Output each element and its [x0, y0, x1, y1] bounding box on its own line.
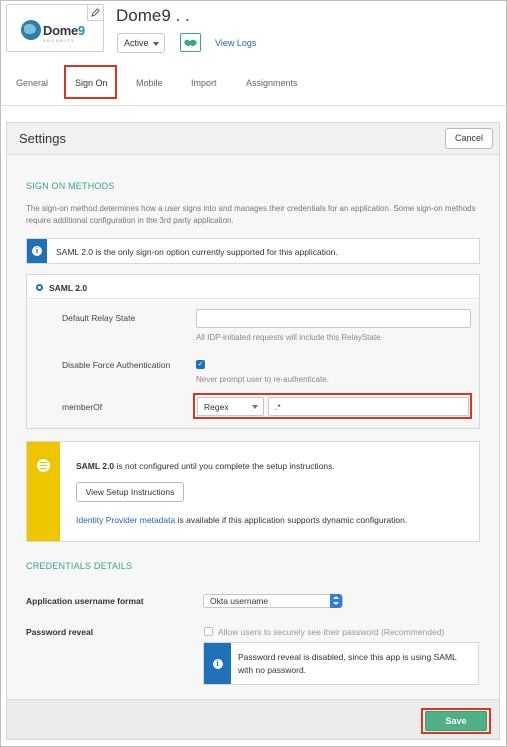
pencil-icon [91, 8, 100, 17]
password-reveal-option: Allow users to securely see their passwo… [218, 627, 445, 637]
default-relay-state-input[interactable] [196, 309, 471, 328]
credentials-heading: CREDENTIALS DETAILS [26, 561, 133, 571]
tab-mobile[interactable]: Mobile [136, 78, 163, 88]
cancel-button[interactable]: Cancel [445, 128, 493, 149]
sign-on-methods-heading: SIGN ON METHODS [26, 181, 115, 191]
disable-force-auth-hint: Never prompt user to re-authenticate. [196, 375, 329, 384]
settings-header: Settings Cancel [7, 123, 499, 155]
saml-info-banner: i SAML 2.0 is the only sign-on option cu… [26, 238, 480, 264]
tab-assignments[interactable]: Assignments [246, 78, 298, 88]
handshake-button[interactable] [180, 33, 201, 52]
username-format-value: Okta username [210, 596, 269, 606]
disable-force-auth-label: Disable Force Authentication [62, 360, 171, 370]
saml-radio-label: SAML 2.0 [49, 283, 88, 293]
tab-highlight [64, 65, 117, 99]
app-logo: Dome9 SECURITY [6, 4, 104, 52]
memberof-label: memberOf [62, 402, 103, 412]
setup-notice: SAML 2.0 is not configured until you com… [26, 441, 480, 542]
info-tab: i [27, 239, 47, 263]
password-reveal-checkbox[interactable] [204, 627, 213, 636]
saml-radio[interactable] [36, 284, 43, 291]
default-relay-state-label: Default Relay State [62, 313, 136, 323]
saml-info-text: SAML 2.0 is the only sign-on option curr… [56, 247, 338, 257]
memberof-highlight [193, 393, 472, 419]
edit-logo-button[interactable] [87, 5, 103, 21]
info-icon: i [32, 246, 42, 256]
status-value: Active [124, 38, 149, 48]
username-format-label: Application username format [26, 596, 144, 606]
select-arrows-icon [330, 594, 342, 608]
logo-text: Dome9 [43, 22, 85, 38]
status-dropdown[interactable]: Active [117, 33, 165, 53]
tab-divider [0, 105, 507, 106]
setup-notice-text: SAML 2.0 is not configured until you com… [76, 461, 335, 471]
tab-general[interactable]: General [16, 78, 48, 88]
handshake-icon [184, 39, 197, 46]
username-format-dropdown[interactable]: Okta username [203, 594, 343, 608]
tab-import[interactable]: Import [191, 78, 217, 88]
list-icon [37, 459, 50, 472]
view-logs-link[interactable]: View Logs [215, 38, 256, 48]
settings-title: Settings [19, 131, 66, 146]
metadata-line: Identity Provider metadata is available … [76, 515, 408, 525]
password-info-text: Password reveal is disabled, since this … [238, 652, 457, 675]
saml-option-header[interactable]: SAML 2.0 [27, 275, 479, 299]
password-reveal-label: Password reveal [26, 627, 94, 637]
info-icon: i [212, 658, 223, 669]
save-button[interactable]: Save [425, 711, 487, 731]
sign-on-description: The sign-on method determines how a user… [26, 204, 476, 225]
app-title: Dome9 . . [116, 6, 190, 25]
logo-tagline: SECURITY [43, 38, 76, 43]
default-relay-state-hint: All IDP-initiated requests will include … [196, 333, 381, 342]
chevron-down-icon [153, 42, 159, 46]
password-info-banner: i Password reveal is disabled, since thi… [203, 642, 479, 685]
view-setup-instructions-button[interactable]: View Setup Instructions [76, 482, 184, 502]
globe-icon [21, 20, 41, 40]
disable-force-auth-checkbox[interactable]: ✓ [196, 360, 205, 369]
notice-stripe [27, 442, 60, 541]
idp-metadata-link[interactable]: Identity Provider metadata [76, 515, 175, 525]
info-tab: i [204, 643, 231, 684]
